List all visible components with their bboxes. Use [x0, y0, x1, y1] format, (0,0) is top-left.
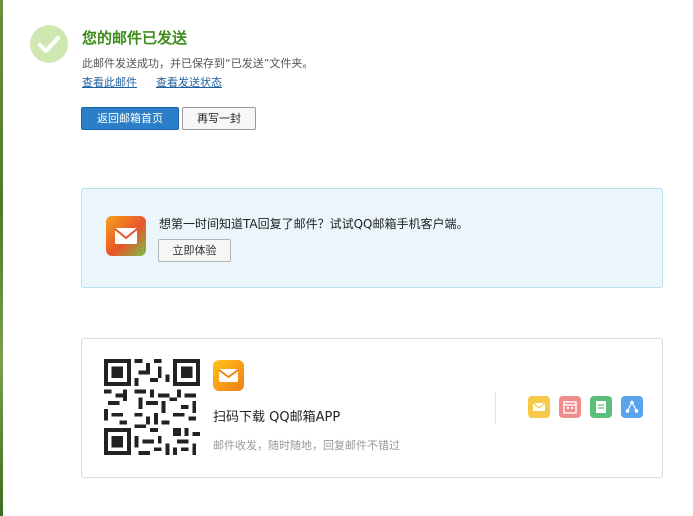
page-title: 您的邮件已发送: [82, 29, 188, 47]
promo-text: 想第一时间知道TA回复了邮件？试试QQ邮箱手机客户端。: [159, 217, 469, 231]
app-download-subtitle: 邮件收发，随时随地，回复邮件不错过: [213, 439, 400, 452]
view-send-status-link[interactable]: 查看发送状态: [156, 74, 222, 90]
share-icon: [621, 396, 643, 418]
qr-code-image: [104, 359, 200, 455]
try-now-button[interactable]: 立即体验: [158, 239, 231, 262]
background-strip: [0, 0, 3, 516]
write-again-button[interactable]: 再写一封: [182, 107, 256, 130]
back-to-inbox-button[interactable]: 返回邮箱首页: [81, 107, 179, 130]
app-download-panel: 扫码下载 QQ邮箱APP 邮件收发，随时随地，回复邮件不错过: [81, 338, 663, 478]
success-check-icon: [30, 25, 68, 63]
view-mail-link[interactable]: 查看此邮件: [82, 74, 137, 90]
mobile-client-promo: 想第一时间知道TA回复了邮件？试试QQ邮箱手机客户端。 立即体验: [81, 188, 663, 288]
send-status-text: 此邮件发送成功，并已保存到“已发送”文件夹。: [82, 57, 314, 70]
qq-mail-app-icon: [106, 216, 146, 256]
qq-mail-logo-icon: [213, 360, 244, 391]
note-icon: [590, 396, 612, 418]
calendar-icon: [559, 396, 581, 418]
divider: [495, 393, 496, 423]
mail-icon: [528, 396, 550, 418]
app-download-title: 扫码下载 QQ邮箱APP: [213, 410, 341, 425]
